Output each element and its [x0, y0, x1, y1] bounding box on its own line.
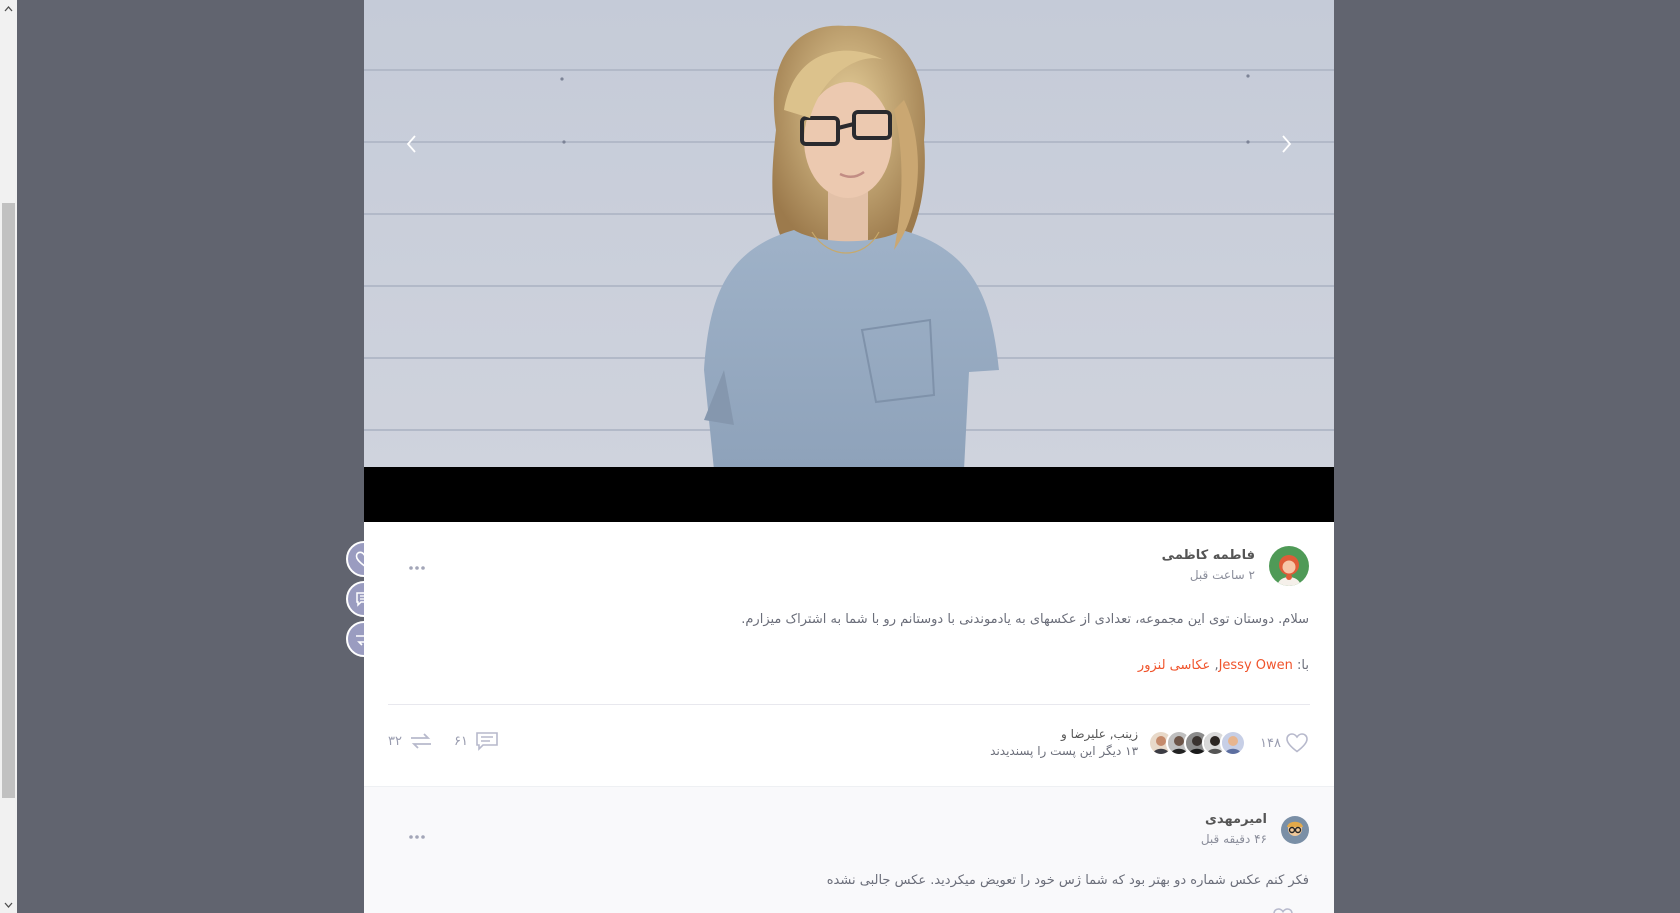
more-dots-icon[interactable] [408, 556, 426, 570]
comment-icon[interactable] [474, 730, 500, 752]
like-count: ۱۴۸ [1260, 735, 1281, 751]
comment-item: امیرمهدی ۴۶ دقیقه قبل فکر کنم عکس شماره … [364, 786, 1334, 913]
post-tagged: با: Jessy Owen, عکاسی لنزور [1138, 658, 1309, 673]
scroll-down-arrow-icon[interactable] [0, 896, 17, 913]
comment-timestamp: ۴۶ دقیقه قبل [1200, 832, 1267, 846]
photo-letterbox [364, 467, 1334, 522]
share-count: ۳۲ [388, 733, 402, 749]
tagged-label: با: [1297, 658, 1309, 673]
heart-icon[interactable] [1285, 732, 1309, 754]
post-author: فاطمه کاظمی ۲ ساعت قبل [1162, 546, 1309, 586]
heart-icon[interactable] [1272, 907, 1294, 913]
divider [388, 704, 1310, 705]
post-timestamp: ۲ ساعت قبل [1189, 568, 1255, 582]
liker-avatars[interactable] [1148, 730, 1247, 756]
comment-count: ۶۱ [453, 733, 468, 749]
post-modal: فاطمه کاظمی ۲ ساعت قبل سلام. دوستان توی … [364, 0, 1334, 913]
avatar[interactable] [1220, 730, 1247, 756]
scroll-up-arrow-icon[interactable] [0, 0, 17, 17]
like-summary: ۱۴۸ زینب, علیرضا و ۱۳ دیگر این پست را پس… [990, 726, 1309, 760]
comment-author-name[interactable]: امیرمهدی [1201, 811, 1267, 829]
chevron-right-icon[interactable] [1276, 132, 1296, 156]
avatar[interactable] [1269, 546, 1309, 586]
liked-more[interactable]: ۱۳ دیگر این پست را پسندیدند [990, 743, 1138, 760]
more-dots-icon[interactable] [408, 825, 426, 839]
post-body: فاطمه کاظمی ۲ ساعت قبل سلام. دوستان توی … [364, 522, 1334, 786]
liked-names[interactable]: زینب, علیرضا و [990, 726, 1138, 743]
avatar[interactable] [1281, 816, 1309, 844]
tagged-tag-link[interactable]: عکاسی لنزور [1138, 658, 1210, 673]
post-text: سلام. دوستان توی این مجموعه، تعدادی از ع… [741, 612, 1309, 627]
scroll-thumb[interactable] [2, 203, 15, 798]
tagged-person-link[interactable]: Jessy Owen [1219, 658, 1293, 673]
comment-author: امیرمهدی ۴۶ دقیقه قبل [1201, 811, 1309, 849]
comment-text: فکر کنم عکس شماره دو بهتر بود که شما ژس … [826, 873, 1309, 888]
post-photo [364, 0, 1334, 467]
page-scrollbar[interactable] [0, 0, 17, 913]
share-icon[interactable] [408, 730, 434, 752]
chevron-left-icon[interactable] [402, 132, 422, 156]
engagement-counts: ۳۲ ۶۱ [388, 730, 506, 752]
author-name[interactable]: فاطمه کاظمی [1162, 547, 1255, 565]
